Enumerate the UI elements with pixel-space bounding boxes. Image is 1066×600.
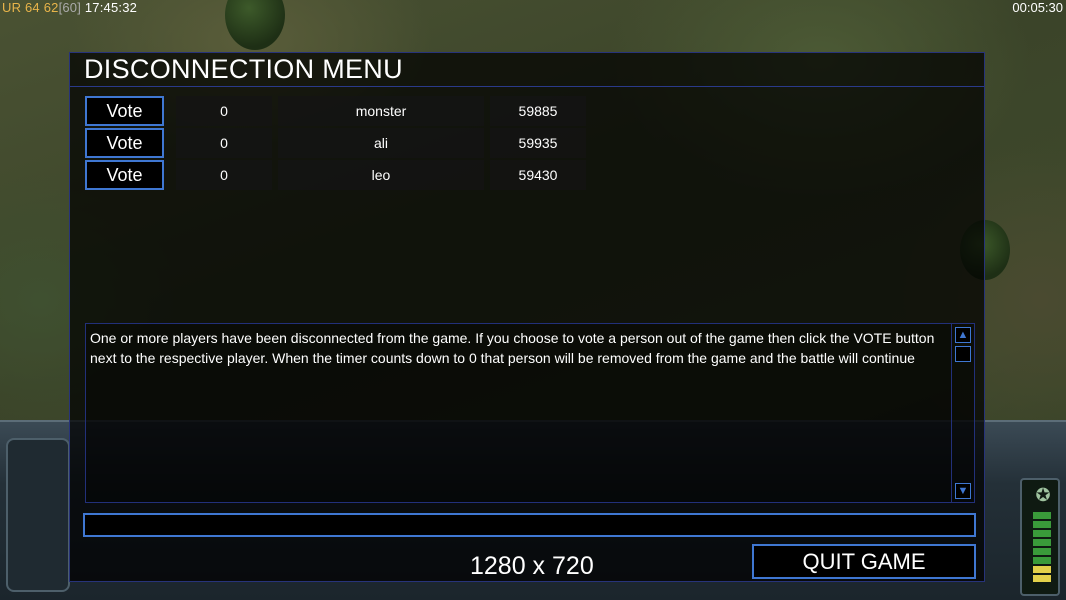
player-timer: 59935 (490, 128, 586, 158)
scroll-up-icon[interactable]: ▲ (955, 327, 971, 343)
power-meter-bar (1033, 557, 1051, 564)
fps-value: 62 (43, 0, 59, 15)
scroll-down-icon[interactable]: ▼ (955, 483, 971, 499)
vote-count: 0 (176, 96, 272, 126)
hud-command-panel (6, 438, 70, 592)
resolution-label: 1280 x 720 (470, 552, 594, 580)
vote-count: 0 (176, 160, 272, 190)
title-divider (70, 86, 984, 87)
power-meter-bar (1033, 575, 1051, 582)
system-clock: 17:45:32 (84, 0, 138, 15)
power-meter-bar (1033, 521, 1051, 528)
power-meter-bar (1033, 548, 1051, 555)
power-meter-bar (1033, 530, 1051, 537)
disconnect-message: One or more players have been disconnect… (90, 330, 935, 366)
quit-game-button[interactable]: QUIT GAME (752, 544, 976, 579)
game-timer: 00:05:30 (1012, 0, 1063, 15)
disconnection-menu: DISCONNECTION MENU Vote 0 monster 59885 … (69, 52, 985, 582)
player-name: leo (278, 160, 484, 190)
message-scrollbar[interactable]: ▲ ▼ (951, 324, 974, 502)
message-box: One or more players have been disconnect… (85, 323, 975, 503)
power-meter-bar (1033, 566, 1051, 573)
player-timer: 59430 (490, 160, 586, 190)
vote-button[interactable]: Vote (85, 96, 164, 126)
vote-button[interactable]: Vote (85, 128, 164, 158)
fps-value: 64 (25, 0, 40, 15)
scroll-thumb[interactable] (955, 346, 971, 362)
ur-label: UR (2, 0, 22, 15)
vote-count: 0 (176, 128, 272, 158)
player-timer: 59885 (490, 96, 586, 126)
player-name: ali (278, 128, 484, 158)
player-name: monster (278, 96, 484, 126)
fps-cap: [60] (58, 0, 82, 15)
chat-input[interactable] (83, 513, 976, 537)
power-meter-bar (1033, 539, 1051, 546)
power-meter-bar (1033, 512, 1051, 519)
vote-button[interactable]: Vote (85, 160, 164, 190)
menu-title: DISCONNECTION MENU (84, 54, 403, 84)
performance-overlay: UR 64 62[60] 17:45:32 (2, 0, 137, 16)
star-icon: ✪ (1035, 485, 1051, 505)
